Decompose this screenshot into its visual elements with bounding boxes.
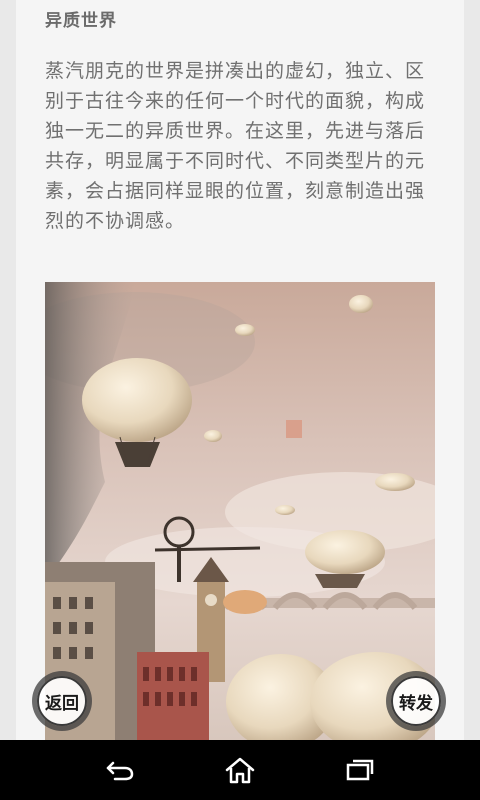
left-gutter — [0, 0, 16, 740]
right-gutter — [464, 0, 480, 740]
share-button[interactable]: 转发 — [391, 676, 441, 726]
back-button[interactable]: 返回 — [37, 676, 87, 726]
article-content: 异质世界 蒸汽朋克的世界是拼凑出的虚幻，独立、区别于古往今来的任何一个时代的面貌… — [16, 0, 464, 740]
system-navigation-bar — [0, 740, 480, 800]
article-paragraph: 蒸汽朋克的世界是拼凑出的虚幻，独立、区别于古往今来的任何一个时代的面貌，构成独一… — [45, 60, 426, 232]
back-arrow-icon — [106, 761, 134, 781]
home-icon — [225, 757, 255, 784]
illustration-art — [45, 282, 435, 740]
nav-back-button[interactable] — [90, 745, 150, 795]
section-title: 异质世界 — [45, 11, 117, 31]
nav-home-button[interactable] — [210, 745, 270, 795]
steampunk-illustration — [45, 282, 435, 740]
recent-apps-icon — [346, 759, 374, 781]
nav-recents-button[interactable] — [330, 745, 390, 795]
